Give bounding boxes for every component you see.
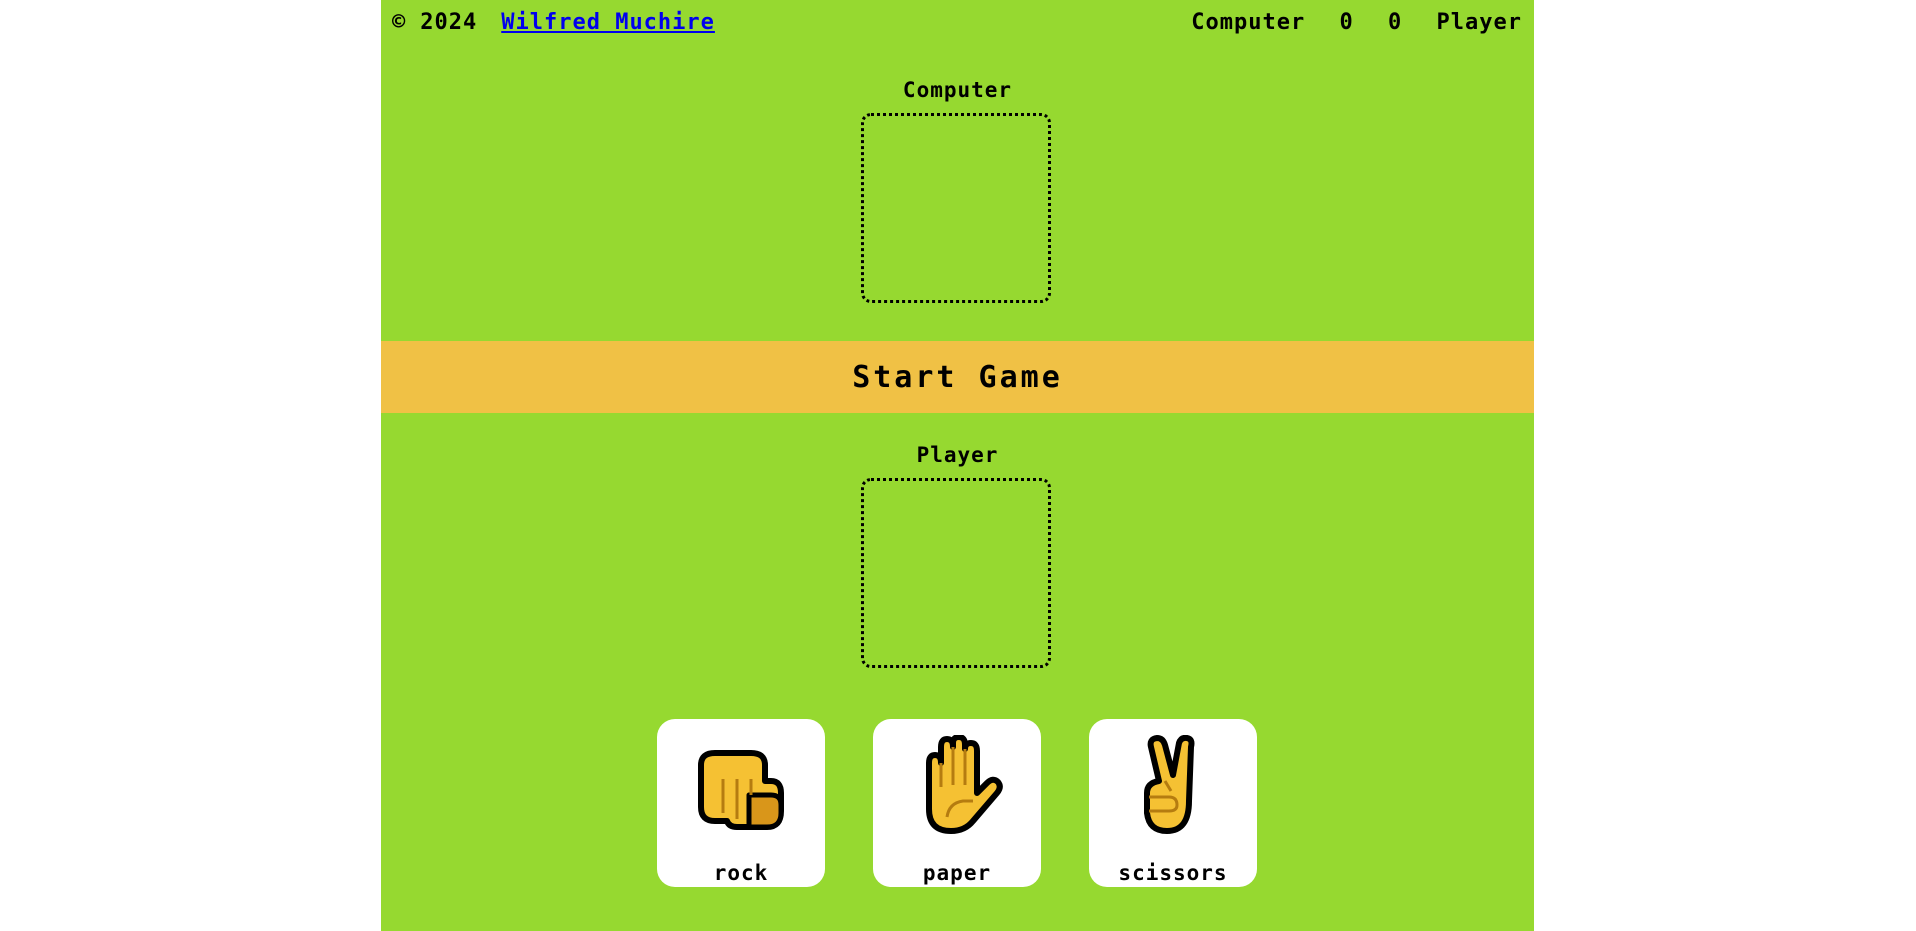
paper-hand-icon	[926, 735, 1003, 834]
author-link[interactable]: Wilfred Muchire	[501, 10, 715, 35]
top-bar: © 2024 Wilfred Muchire Computer 0 0 Player	[381, 0, 1534, 46]
computer-hand-box	[861, 113, 1051, 303]
player-label: Player	[916, 443, 999, 467]
computer-label: Computer	[902, 78, 1013, 102]
scissors-label: scissors	[1118, 861, 1228, 885]
scoreboard: Computer 0 0 Player	[1191, 10, 1522, 35]
player-hand-box	[861, 478, 1051, 668]
copyright-year: 2024	[420, 10, 478, 35]
player-score: 0	[1388, 10, 1403, 35]
copyright-symbol: ©	[392, 10, 407, 35]
scoreboard-computer-label: Computer	[1191, 10, 1306, 35]
rock-button[interactable]: rock	[657, 719, 825, 887]
scissors-hand-icon	[1144, 735, 1195, 834]
scissors-button[interactable]: scissors	[1089, 719, 1257, 887]
copyright: © 2024 Wilfred Muchire	[392, 10, 715, 35]
computer-score: 0	[1339, 10, 1354, 35]
paper-label: paper	[922, 861, 992, 885]
paper-button[interactable]: paper	[873, 719, 1041, 887]
rock-fist-icon	[698, 750, 784, 830]
start-game-button[interactable]: Start Game	[381, 341, 1534, 413]
game-container: © 2024 Wilfred Muchire Computer 0 0 Player…	[381, 0, 1534, 931]
rock-label: rock	[713, 861, 769, 885]
scoreboard-player-label: Player	[1436, 10, 1522, 35]
